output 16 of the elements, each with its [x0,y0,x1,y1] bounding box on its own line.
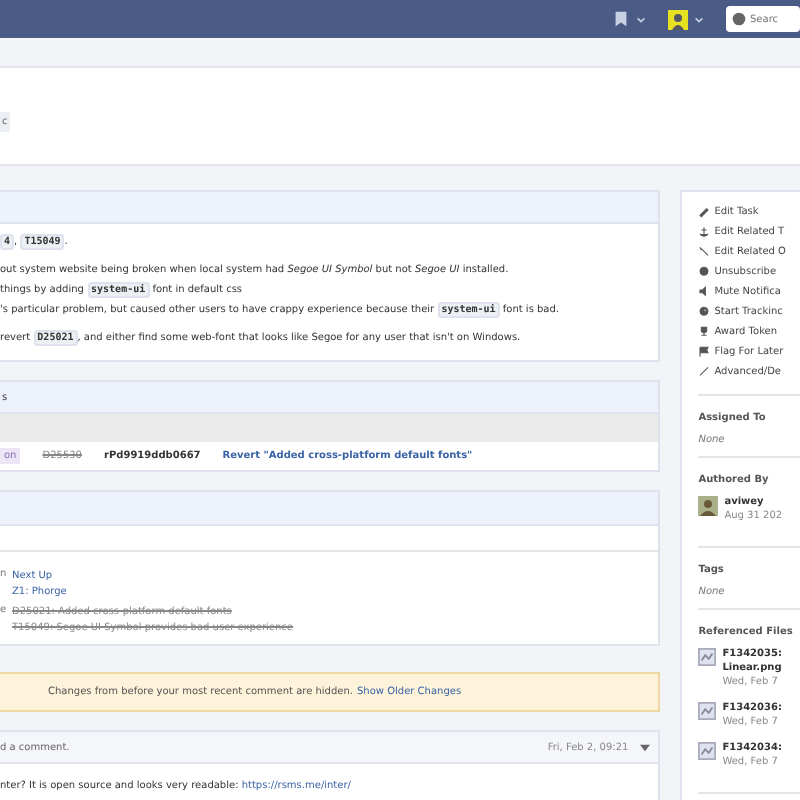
caret-icon [636,15,646,23]
avatar-icon[interactable] [668,9,688,29]
caret-icon [694,15,704,23]
avatar-icon [698,496,719,516]
bookmark-icon[interactable] [612,10,630,28]
pencil-icon [698,206,711,218]
globe-icon [732,12,746,26]
image-file-icon [698,702,717,720]
image-file-icon [698,648,717,666]
image-file-icon [698,742,717,760]
trophy-icon [698,326,711,338]
caret-icon[interactable] [640,743,651,751]
speaker-icon [698,286,711,298]
flag-icon [698,346,711,358]
anchor-icon [698,226,711,238]
clock-icon [698,306,711,318]
